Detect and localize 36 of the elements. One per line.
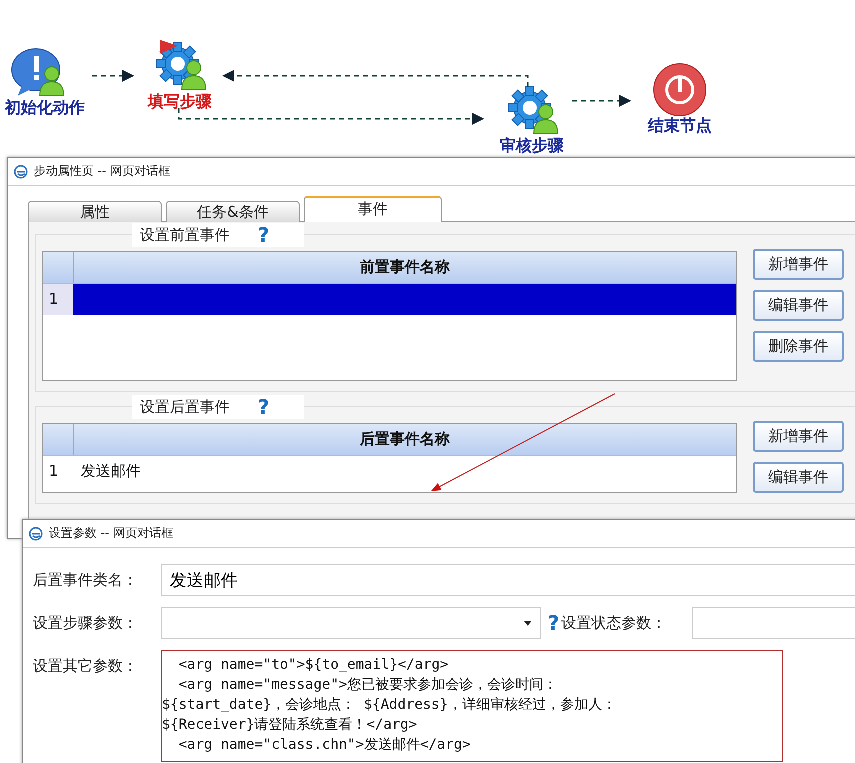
event-button[interactable]: 编辑事件 [753, 462, 844, 493]
table-row[interactable]: 1 发送邮件 [43, 456, 736, 487]
window-title: 设置参数 -- 网页对话框 [49, 525, 174, 542]
section-title: 设置前置事件 [140, 226, 230, 244]
section-title: 设置后置事件 [140, 398, 230, 416]
step-label[interactable]: 结束节点 [648, 116, 712, 137]
tab[interactable]: 属性 [28, 201, 162, 222]
help-icon[interactable]: ? [258, 225, 270, 245]
parameters-textarea[interactable]: <arg name="to">${to_email}</arg> <arg name="message">您已被要求参加会诊，会诊时间： ${start_date}，会诊地点： ${Address}，详细审核经过，参加人： ${Receiver}请登陆系统查看！</arg> <arg name="class.chn">发送邮件</arg> [161, 650, 783, 762]
step-label[interactable]: 审核步骤 [500, 136, 564, 157]
step-label[interactable]: 填写步骤 [148, 92, 212, 113]
event-button[interactable]: 新增事件 [753, 421, 844, 452]
field-label: 设置状态参数： [562, 614, 668, 632]
help-icon[interactable]: ? [548, 611, 560, 635]
caret-icon [524, 620, 532, 626]
event-button[interactable]: 编辑事件 [753, 290, 844, 321]
step-label[interactable]: 初始化动作 [5, 98, 85, 119]
state-param-field[interactable] [692, 607, 855, 639]
connector-arrow [92, 70, 134, 82]
column-header: 前置事件名称 [359, 257, 451, 278]
field-label: 设置步骤参数： [33, 614, 139, 632]
tab[interactable]: 事件 [304, 196, 442, 222]
step-param-dropdown[interactable] [161, 607, 541, 639]
tab[interactable]: 任务&条件 [166, 201, 300, 222]
help-icon[interactable]: ? [258, 397, 270, 417]
class-name-field[interactable]: 发送邮件 [161, 564, 855, 596]
field-label: 设置其它参数： [33, 656, 139, 676]
window-title: 步动属性页 -- 网页对话框 [34, 163, 170, 180]
connector-arrow [572, 95, 632, 107]
event-button[interactable]: 删除事件 [753, 331, 844, 362]
event-button[interactable]: 新增事件 [753, 249, 844, 280]
field-label: 后置事件类名： [33, 570, 139, 590]
column-header: 后置事件名称 [358, 429, 451, 450]
table-cell: 发送邮件 [81, 462, 141, 480]
stop-button-icon [652, 62, 708, 118]
row-number: 1 [43, 284, 73, 315]
